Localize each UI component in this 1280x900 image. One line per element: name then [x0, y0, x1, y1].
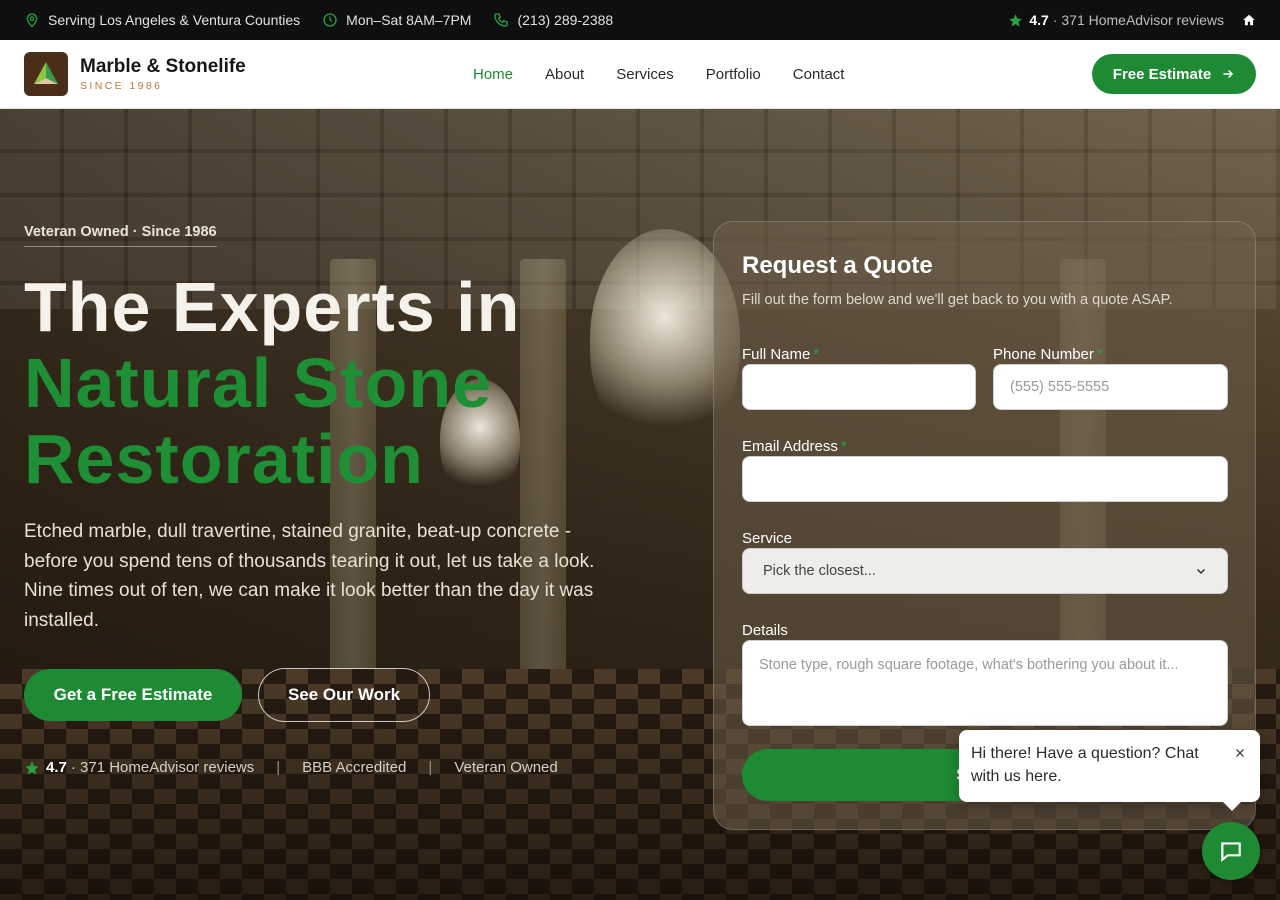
- logo-mark-icon: [34, 62, 58, 84]
- nav-services[interactable]: Services: [616, 66, 674, 83]
- trust-rating: 4.7: [46, 759, 67, 776]
- trust-separator: |: [428, 759, 433, 776]
- phone-text: (213) 289-2388: [517, 12, 614, 28]
- brand-name: Marble & Stonelife: [80, 56, 246, 77]
- free-estimate-label: Free Estimate: [1112, 65, 1212, 83]
- required-mark: *: [840, 438, 847, 455]
- top-bar: Serving Los Angeles & Ventura Counties M…: [0, 0, 1280, 40]
- phone-placeholder: (555) 555-5555: [1010, 379, 1110, 395]
- free-estimate-button[interactable]: Free Estimate: [1092, 54, 1256, 94]
- service-select[interactable]: Pick the closest...: [742, 548, 1228, 594]
- nav-contact[interactable]: Contact: [793, 66, 845, 83]
- chat-popup[interactable]: Hi there! Have a question? Chat with us …: [959, 730, 1260, 811]
- trust-separator: |: [276, 759, 281, 776]
- email-label: Email Address *: [742, 438, 847, 455]
- service-label: Service: [742, 530, 793, 547]
- form-title: Request a Quote: [742, 252, 933, 279]
- service-selected-value: Pick the closest...: [763, 563, 876, 579]
- hero-title-line1: The Experts in: [24, 268, 521, 346]
- hero-title-line3: Restoration: [24, 420, 424, 498]
- phone-input[interactable]: (555) 555-5555: [993, 364, 1228, 410]
- full-name-input[interactable]: [742, 364, 976, 410]
- get-free-estimate-button[interactable]: Get a Free Estimate: [24, 669, 242, 721]
- topbar-rating: 4.7 · 371 HomeAdvisor reviews: [1008, 12, 1256, 28]
- hero-badge: Veteran Owned · Since 1986: [24, 224, 217, 247]
- email-label-text: Email Address: [742, 438, 838, 455]
- full-name-label: Full Name *: [742, 346, 819, 363]
- brand: Marble & Stonelife SINCE 1986: [80, 56, 246, 92]
- clock-icon: [323, 13, 337, 27]
- map-pin-icon: [26, 13, 38, 28]
- brand-tagline: SINCE 1986: [80, 80, 163, 92]
- star-icon: [25, 760, 39, 774]
- full-name-label-text: Full Name: [742, 346, 811, 363]
- trust-veteran: Veteran Owned: [454, 759, 558, 776]
- chat-message: Hi there! Have a question? Chat with us …: [971, 745, 1199, 785]
- main-nav: Home About Services Portfolio Contact: [473, 40, 876, 108]
- arrow-right-icon: [1223, 69, 1234, 79]
- phone-label-text: Phone Number: [993, 346, 1094, 363]
- details-textarea[interactable]: Stone type, rough square footage, what's…: [742, 640, 1228, 726]
- trust-bar: 4.7 · 371 HomeAdvisor reviews | BBB Accr…: [24, 759, 558, 776]
- phone-icon: [494, 13, 509, 27]
- rating-value: 4.7: [1029, 12, 1049, 28]
- trust-reviews: · 371 HomeAdvisor reviews: [70, 759, 255, 776]
- required-mark: *: [1096, 346, 1103, 363]
- chat-bubble-icon: [1221, 842, 1241, 862]
- star-icon: [1009, 13, 1023, 26]
- required-mark: *: [813, 346, 820, 363]
- details-placeholder: Stone type, rough square footage, what's…: [759, 657, 1179, 673]
- nav-about[interactable]: About: [545, 66, 584, 83]
- trust-bbb: BBB Accredited: [302, 759, 407, 776]
- hero-title-line2: Natural Stone: [24, 344, 493, 422]
- chat-launcher-button[interactable]: [1202, 822, 1260, 880]
- close-icon[interactable]: [1234, 743, 1246, 766]
- form-subtitle: Fill out the form below and we'll get ba…: [742, 292, 1173, 308]
- phone-link[interactable]: (213) 289-2388: [493, 12, 613, 28]
- hours-text: Mon–Sat 8AM–7PM: [346, 12, 472, 28]
- reviews-count: · 371 HomeAdvisor reviews: [1052, 12, 1224, 28]
- details-label: Details: [742, 622, 788, 639]
- home-icon[interactable]: [1242, 13, 1256, 27]
- hero-description: Etched marble, dull travertine, stained …: [24, 521, 595, 631]
- business-hours: Mon–Sat 8AM–7PM: [322, 12, 471, 28]
- chevron-down-icon: [1196, 568, 1206, 575]
- phone-label: Phone Number *: [993, 346, 1103, 363]
- see-our-work-button[interactable]: See Our Work: [258, 668, 430, 722]
- service-area-text: Serving Los Angeles & Ventura Counties: [48, 12, 301, 28]
- nav-home[interactable]: Home: [473, 66, 513, 83]
- service-area: Serving Los Angeles & Ventura Counties: [24, 12, 300, 28]
- email-input[interactable]: [742, 456, 1228, 502]
- site-header: Marble & Stonelife SINCE 1986 Home About…: [0, 40, 1280, 109]
- hero-title: The Experts in Natural Stone Restoration: [24, 269, 520, 497]
- logo[interactable]: [24, 52, 68, 96]
- nav-portfolio[interactable]: Portfolio: [706, 66, 761, 83]
